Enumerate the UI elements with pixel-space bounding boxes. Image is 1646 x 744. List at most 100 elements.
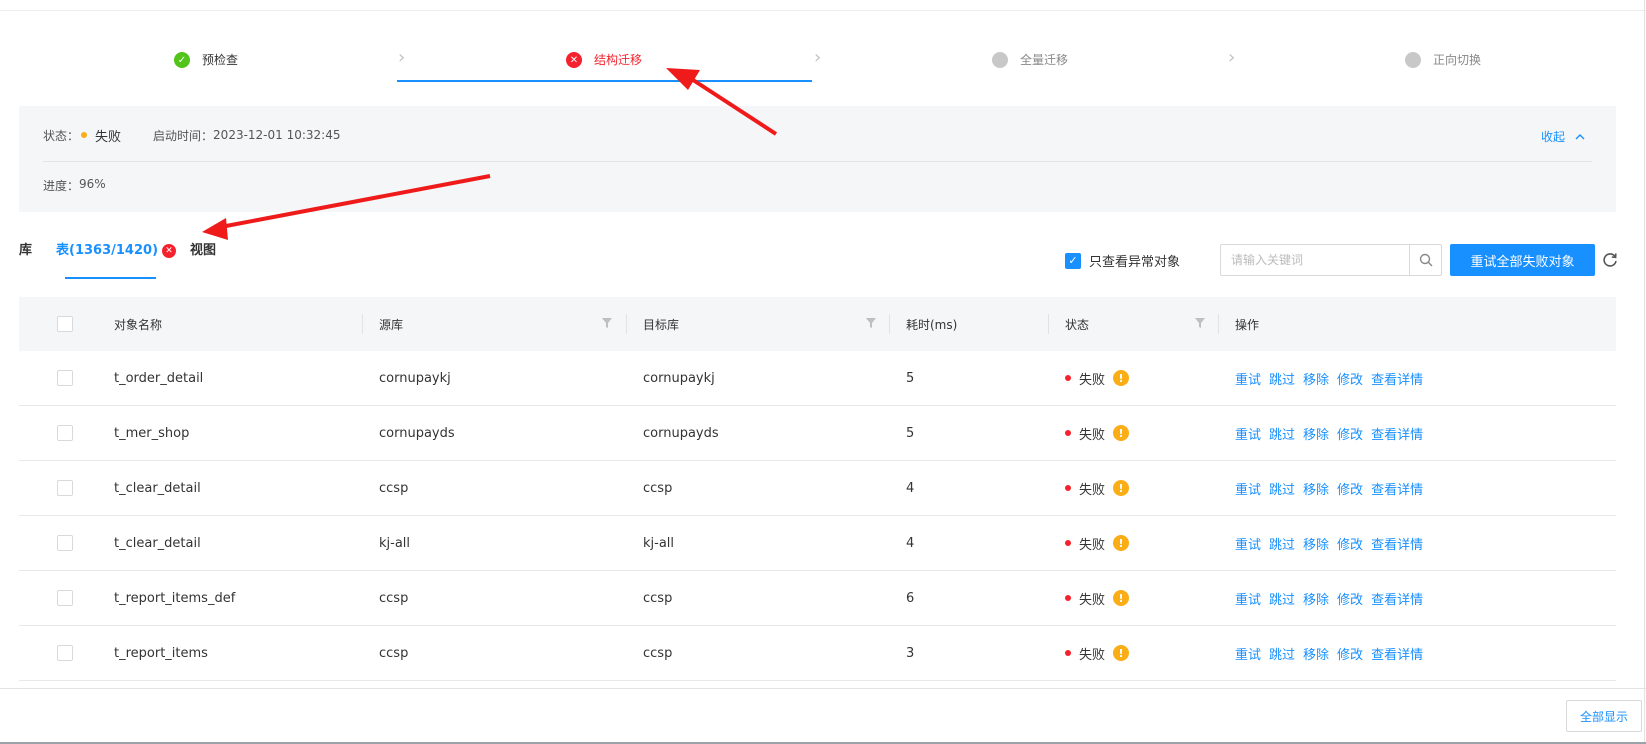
source-db: cornupaykj <box>379 370 451 386</box>
column-header-target: 目标库 <box>643 317 680 332</box>
refresh-icon[interactable] <box>1601 251 1619 269</box>
tab-database[interactable]: 库 <box>19 238 32 264</box>
status-value: 失败 <box>95 129 122 145</box>
source-db: ccsp <box>379 480 409 496</box>
remove-link[interactable]: 移除 <box>1303 369 1329 388</box>
view-details-link[interactable]: 查看详情 <box>1371 479 1423 498</box>
object-name: t_report_items <box>114 645 208 661</box>
skip-link[interactable]: 跳过 <box>1269 369 1295 388</box>
row-checkbox[interactable] <box>57 370 73 386</box>
table-row: t_report_items_def ccsp ccsp 6 失败 ! 重试 跳… <box>19 571 1616 626</box>
progress-value: 96% <box>79 177 106 191</box>
status-cell: 失败 ! <box>1065 461 1130 515</box>
row-checkbox[interactable] <box>57 645 73 661</box>
warning-icon[interactable]: ! <box>1113 425 1130 441</box>
modify-link[interactable]: 修改 <box>1337 589 1363 608</box>
error-icon: ✕ <box>565 52 582 68</box>
filter-icon[interactable] <box>866 317 876 329</box>
elapsed-time: 5 <box>906 370 915 386</box>
fail-dot <box>1065 650 1071 656</box>
view-details-link[interactable]: 查看详情 <box>1371 589 1423 608</box>
retry-link[interactable]: 重试 <box>1235 644 1261 663</box>
retry-link[interactable]: 重试 <box>1235 534 1261 553</box>
row-checkbox[interactable] <box>57 480 73 496</box>
row-checkbox[interactable] <box>57 590 73 606</box>
object-tabs: 库 表(1363/1420) ✕ 视图 <box>19 238 240 282</box>
row-actions: 重试 跳过 移除 修改 查看详情 <box>1235 406 1423 460</box>
show-all-button[interactable]: 全部显示 <box>1566 700 1642 732</box>
step-forward-switch[interactable]: 正向切换 <box>1327 40 1559 84</box>
view-details-link[interactable]: 查看详情 <box>1371 644 1423 663</box>
remove-link[interactable]: 移除 <box>1303 479 1329 498</box>
retry-link[interactable]: 重试 <box>1235 479 1261 498</box>
table-row: t_clear_detail ccsp ccsp 4 失败 ! 重试 跳过 移除… <box>19 461 1616 516</box>
remove-link[interactable]: 移除 <box>1303 424 1329 443</box>
modify-link[interactable]: 修改 <box>1337 369 1363 388</box>
skip-link[interactable]: 跳过 <box>1269 644 1295 663</box>
panel-divider <box>43 161 1592 162</box>
skip-link[interactable]: 跳过 <box>1269 589 1295 608</box>
modify-link[interactable]: 修改 <box>1337 479 1363 498</box>
retry-link[interactable]: 重试 <box>1235 589 1261 608</box>
modify-link[interactable]: 修改 <box>1337 534 1363 553</box>
step-structure-migration[interactable]: ✕ 结构迁移 <box>488 40 720 84</box>
target-db: cornupayds <box>643 425 719 441</box>
retry-link[interactable]: 重试 <box>1235 369 1261 388</box>
modify-link[interactable]: 修改 <box>1337 424 1363 443</box>
tab-tables[interactable]: 表(1363/1420) ✕ <box>56 238 177 264</box>
warning-icon[interactable]: ! <box>1113 480 1130 496</box>
check-icon: ✓ <box>173 52 190 68</box>
row-checkbox[interactable] <box>57 535 73 551</box>
retry-link[interactable]: 重试 <box>1235 424 1261 443</box>
filter-icon[interactable] <box>1195 317 1205 329</box>
object-name: t_clear_detail <box>114 535 201 551</box>
fail-dot <box>1065 375 1071 381</box>
target-db: ccsp <box>643 645 673 661</box>
row-checkbox[interactable] <box>57 425 73 441</box>
checkbox-checked-icon: ✓ <box>1065 252 1081 269</box>
step-precheck[interactable]: ✓ 预检查 <box>90 40 322 84</box>
collapse-button[interactable]: 收起 <box>1541 128 1585 145</box>
warning-icon[interactable]: ! <box>1113 535 1130 551</box>
remove-link[interactable]: 移除 <box>1303 589 1329 608</box>
remove-link[interactable]: 移除 <box>1303 644 1329 663</box>
tab-label: 表(1363/1420) <box>56 243 159 258</box>
tab-views[interactable]: 视图 <box>190 238 216 264</box>
step-full-migration[interactable]: 全量迁移 <box>914 40 1146 84</box>
object-name: t_mer_shop <box>114 425 190 441</box>
row-actions: 重试 跳过 移除 修改 查看详情 <box>1235 571 1423 625</box>
column-divider <box>626 314 627 334</box>
status-text: 失败 <box>1079 372 1106 388</box>
step-label: 结构迁移 <box>593 53 642 67</box>
pending-icon <box>1404 52 1421 68</box>
object-name: t_report_items_def <box>114 590 236 606</box>
warning-icon[interactable]: ! <box>1113 645 1130 661</box>
search-button[interactable] <box>1409 245 1441 275</box>
remove-link[interactable]: 移除 <box>1303 534 1329 553</box>
skip-link[interactable]: 跳过 <box>1269 479 1295 498</box>
tab-label: 视图 <box>190 243 217 258</box>
skip-link[interactable]: 跳过 <box>1269 534 1295 553</box>
warning-icon[interactable]: ! <box>1113 590 1130 606</box>
only-abnormal-label: 只查看异常对象 <box>1089 255 1181 270</box>
select-all-checkbox[interactable] <box>57 316 73 332</box>
search-input[interactable] <box>1221 245 1409 275</box>
status-text: 失败 <box>1079 647 1106 663</box>
column-divider <box>1048 314 1049 334</box>
status-panel: 状态： 失败 启动时间： 2023-12-01 10:32:45 收起 进度： … <box>19 106 1616 212</box>
search-icon <box>1419 253 1432 267</box>
elapsed-time: 4 <box>906 535 915 551</box>
skip-link[interactable]: 跳过 <box>1269 424 1295 443</box>
filter-icon[interactable] <box>602 317 612 329</box>
retry-all-failed-button[interactable]: 重试全部失败对象 <box>1450 244 1595 276</box>
modify-link[interactable]: 修改 <box>1337 644 1363 663</box>
view-details-link[interactable]: 查看详情 <box>1371 534 1423 553</box>
warning-icon[interactable]: ! <box>1113 370 1130 386</box>
fail-dot <box>1065 430 1071 436</box>
view-details-link[interactable]: 查看详情 <box>1371 369 1423 388</box>
step-label: 正向切换 <box>1432 53 1481 67</box>
step-label: 全量迁移 <box>1019 53 1068 67</box>
view-details-link[interactable]: 查看详情 <box>1371 424 1423 443</box>
only-abnormal-checkbox[interactable]: ✓ 只查看异常对象 <box>1065 251 1180 270</box>
status-text: 失败 <box>1079 537 1106 553</box>
